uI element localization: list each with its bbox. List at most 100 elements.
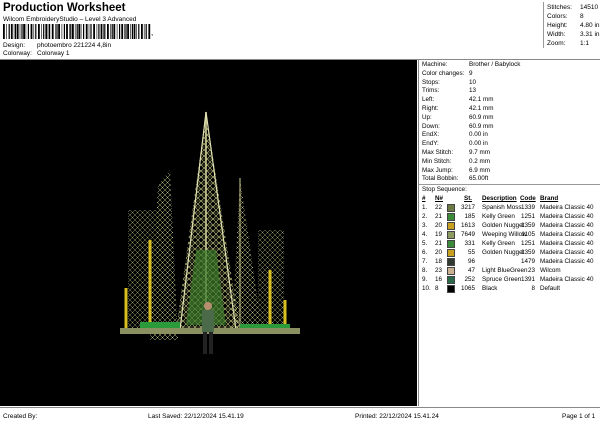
machine-info-value: 9.7 mm <box>469 149 490 156</box>
thread-brand: Madeira Classic 40 <box>540 213 594 220</box>
row-number: 5. <box>422 240 428 247</box>
colorway-label: Colorway: <box>3 50 32 57</box>
machine-info-label: Down: <box>422 122 440 130</box>
machine-info-value: 42.1 mm <box>469 105 494 112</box>
thread-description: Kelly Green <box>482 240 515 247</box>
thread-color-swatch <box>447 231 455 239</box>
machine-info-value: 13 <box>469 87 477 95</box>
machine-info-label: EndX: <box>422 131 440 139</box>
thread-color-swatch <box>447 213 455 221</box>
stop-sequence-row: 6. 20 55 Golden Nugget 1359 Madeira Classic 4… <box>419 249 600 258</box>
stitch-count: 252 <box>464 276 475 283</box>
stitch-count: 185 <box>464 213 475 220</box>
stitch-count: 96 <box>467 258 475 265</box>
embroidery-design-image <box>120 111 300 354</box>
machine-info-label: Left: <box>422 96 435 104</box>
thread-color-swatch <box>447 285 455 293</box>
thread-brand: Madeira Classic 40 <box>540 258 594 265</box>
needle-number: 19 <box>435 231 443 238</box>
thread-color-swatch <box>447 267 455 275</box>
needle-number: 20 <box>435 249 443 256</box>
col-st: St. <box>464 195 473 202</box>
design-preview <box>0 60 417 406</box>
needle-number: 8 <box>435 285 439 292</box>
software-name: Wilcom EmbroideryStudio – Level 3 Advanc… <box>3 16 137 23</box>
thread-description: Spruce Green <box>482 276 522 283</box>
design-stats-box: Stitches: 14510 Colors: 8 Height: 4.80 in W… <box>543 2 600 48</box>
stop-sequence-row: 3. 20 1613 Golden Nugget 1359 Madeira Classic… <box>419 222 600 231</box>
stop-sequence-row: 1. 22 3217 Spanish Moss 1339 Madeira Classic … <box>419 204 600 213</box>
machine-info-label: Max Jump: <box>422 166 453 174</box>
thread-code: 1359 <box>520 222 535 229</box>
thread-brand: Madeira Classic 40 <box>540 240 594 247</box>
stitch-count: 3217 <box>460 204 475 211</box>
thread-code: 23 <box>527 267 535 274</box>
design-barcode <box>3 24 151 39</box>
stitch-count: 331 <box>464 240 475 247</box>
machine-info-label: Machine: <box>422 61 448 68</box>
machine-info-value: 60.9 mm <box>469 122 494 130</box>
stop-sequence-row: 2. 21 185 Kelly Green 1251 Madeira Classic 40 <box>419 213 600 222</box>
stitch-count: 7649 <box>460 231 475 238</box>
thread-description: Kelly Green <box>482 213 515 220</box>
thread-brand: Default <box>540 285 560 292</box>
design-value: photoembro 221224 4,8in <box>37 42 112 49</box>
thread-brand: Wilcom <box>540 267 561 274</box>
stop-sequence-row: 5. 21 331 Kelly Green 1251 Madeira Classic 40 <box>419 240 600 249</box>
thread-code: 8 <box>531 285 535 292</box>
thread-color-swatch <box>447 222 455 230</box>
needle-number: 21 <box>435 240 443 247</box>
machine-info-value: 60.9 mm <box>469 113 494 121</box>
created-by: Created By: <box>3 413 38 420</box>
page-number: Page 1 of 1 <box>562 413 596 420</box>
right-tower <box>232 178 262 330</box>
row-number: 8. <box>422 267 428 274</box>
machine-info-label: Total Bobbin: <box>422 175 459 183</box>
row-number: 3. <box>422 222 428 229</box>
thread-code: 1339 <box>520 204 535 211</box>
thread-brand: Madeira Classic 40 <box>540 276 594 283</box>
footer-divider <box>0 407 600 408</box>
thread-code: 1359 <box>520 249 535 256</box>
row-number: 9. <box>422 276 428 283</box>
stitch-count: 1613 <box>460 222 475 229</box>
last-saved: Last Saved: 22/12/2024 15.41.19 <box>148 413 244 420</box>
col-num: # <box>422 195 426 202</box>
row-number: 2. <box>422 213 428 220</box>
stop-sequence-divider <box>419 184 600 185</box>
thread-brand: Madeira Classic 40 <box>540 204 594 211</box>
footer: Created By: Last Saved: 22/12/2024 15.41… <box>0 409 600 423</box>
needle-number: 18 <box>435 258 443 265</box>
thread-code: 1105 <box>521 231 535 238</box>
row-number: 4. <box>422 231 428 238</box>
machine-info-value: 6.9 mm <box>469 166 490 174</box>
col-n: N# <box>435 195 444 202</box>
colorway-value: Colorway 1 <box>37 50 70 57</box>
thread-brand: Madeira Classic 40 <box>540 222 594 229</box>
machine-info-value: 10 <box>469 78 477 86</box>
stop-sequence-row: 8. 23 47 Light BlueGreen 23 Wilcom <box>419 267 600 276</box>
thread-code: 1251 <box>520 240 535 247</box>
machine-info-label: Right: <box>422 105 439 112</box>
thread-color-swatch <box>447 276 455 284</box>
row-number: 6. <box>422 249 428 256</box>
worksheet-title: Production Worksheet <box>3 2 126 14</box>
thread-description: Spanish Moss <box>482 204 522 211</box>
stitch-count: 47 <box>467 267 475 274</box>
machine-info-value: 0.2 mm <box>469 157 490 165</box>
machine-info-label: Up: <box>422 113 432 121</box>
machine-info-label: Color changes: <box>422 69 465 77</box>
machine-info-label: Trims: <box>422 87 440 95</box>
info-panel: Machine: Brother / Babylock Color changes:… <box>418 60 600 406</box>
needle-number: 16 <box>435 276 443 283</box>
needle-number: 22 <box>435 204 443 211</box>
stop-sequence-row: 9. 16 252 Spruce Green 1391 Madeira Classic 4… <box>419 276 600 285</box>
machine-info-value: 65.00ft <box>469 175 489 183</box>
thread-code: 1251 <box>520 213 535 220</box>
col-description: Description <box>482 195 517 202</box>
row-number: 1. <box>422 204 428 211</box>
thread-brand: Madeira Classic 40 <box>540 231 594 238</box>
needle-number: 21 <box>435 213 443 220</box>
thread-color-swatch <box>447 204 455 212</box>
needle-number: 23 <box>435 267 443 274</box>
